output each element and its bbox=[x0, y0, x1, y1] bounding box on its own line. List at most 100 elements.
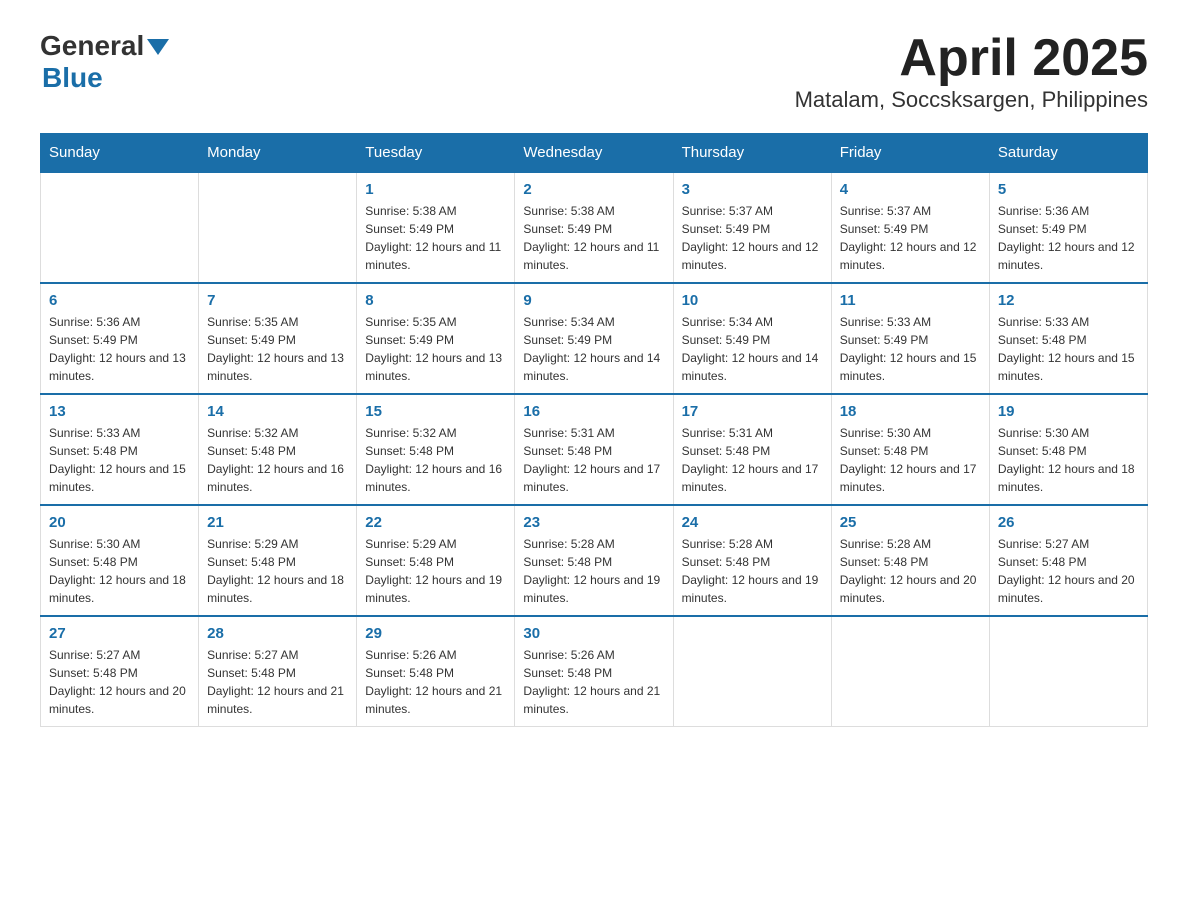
day-number: 23 bbox=[523, 514, 664, 531]
table-row: 16 Sunrise: 5:31 AMSunset: 5:48 PMDayligh… bbox=[515, 394, 673, 505]
table-row: 6 Sunrise: 5:36 AMSunset: 5:49 PMDaylight… bbox=[41, 283, 199, 394]
day-info: Sunrise: 5:34 AMSunset: 5:49 PMDaylight:… bbox=[523, 313, 664, 385]
day-number: 22 bbox=[365, 514, 506, 531]
logo-blue-text: Blue bbox=[42, 62, 103, 94]
day-info: Sunrise: 5:31 AMSunset: 5:48 PMDaylight:… bbox=[682, 424, 823, 496]
table-row: 28 Sunrise: 5:27 AMSunset: 5:48 PMDayligh… bbox=[199, 616, 357, 727]
table-row bbox=[199, 172, 357, 283]
day-info: Sunrise: 5:37 AMSunset: 5:49 PMDaylight:… bbox=[682, 202, 823, 274]
table-row: 27 Sunrise: 5:27 AMSunset: 5:48 PMDayligh… bbox=[41, 616, 199, 727]
day-info: Sunrise: 5:33 AMSunset: 5:49 PMDaylight:… bbox=[840, 313, 981, 385]
table-row: 26Sunrise: 5:27 AMSunset: 5:48 PMDayligh… bbox=[989, 505, 1147, 616]
day-number: 27 bbox=[49, 625, 190, 642]
day-info: Sunrise: 5:27 AMSunset: 5:48 PMDaylight:… bbox=[207, 646, 348, 718]
day-number: 25 bbox=[840, 514, 981, 531]
day-info: Sunrise: 5:36 AMSunset: 5:49 PMDaylight:… bbox=[49, 313, 190, 385]
day-number: 11 bbox=[840, 292, 981, 309]
calendar-title: April 2025 bbox=[795, 30, 1148, 87]
day-number: 1 bbox=[365, 181, 506, 198]
table-row: 7 Sunrise: 5:35 AMSunset: 5:49 PMDaylight… bbox=[199, 283, 357, 394]
table-row: 19Sunrise: 5:30 AMSunset: 5:48 PMDayligh… bbox=[989, 394, 1147, 505]
weekday-header-row: Sunday Monday Tuesday Wednesday Thursday… bbox=[41, 134, 1148, 173]
header-monday: Monday bbox=[199, 134, 357, 173]
day-info: Sunrise: 5:28 AMSunset: 5:48 PMDaylight:… bbox=[840, 535, 981, 607]
day-info: Sunrise: 5:38 AMSunset: 5:49 PMDaylight:… bbox=[365, 202, 506, 274]
table-row: 9 Sunrise: 5:34 AMSunset: 5:49 PMDaylight… bbox=[515, 283, 673, 394]
table-row: 18Sunrise: 5:30 AMSunset: 5:48 PMDayligh… bbox=[831, 394, 989, 505]
table-row: 13 Sunrise: 5:33 AMSunset: 5:48 PMDayligh… bbox=[41, 394, 199, 505]
table-row bbox=[673, 616, 831, 727]
table-row: 4 Sunrise: 5:37 AMSunset: 5:49 PMDaylight… bbox=[831, 172, 989, 283]
day-number: 14 bbox=[207, 403, 348, 420]
header-tuesday: Tuesday bbox=[357, 134, 515, 173]
table-row: 24 Sunrise: 5:28 AMSunset: 5:48 PMDayligh… bbox=[673, 505, 831, 616]
day-number: 16 bbox=[523, 403, 664, 420]
table-row: 30Sunrise: 5:26 AMSunset: 5:48 PMDayligh… bbox=[515, 616, 673, 727]
week-row: 6 Sunrise: 5:36 AMSunset: 5:49 PMDaylight… bbox=[41, 283, 1148, 394]
day-number: 20 bbox=[49, 514, 190, 531]
day-number: 7 bbox=[207, 292, 348, 309]
day-info: Sunrise: 5:35 AMSunset: 5:49 PMDaylight:… bbox=[207, 313, 348, 385]
day-info: Sunrise: 5:29 AMSunset: 5:48 PMDaylight:… bbox=[365, 535, 506, 607]
table-row: 5Sunrise: 5:36 AMSunset: 5:49 PMDaylight… bbox=[989, 172, 1147, 283]
table-row: 23 Sunrise: 5:28 AMSunset: 5:48 PMDayligh… bbox=[515, 505, 673, 616]
table-row bbox=[989, 616, 1147, 727]
day-info: Sunrise: 5:27 AMSunset: 5:48 PMDaylight:… bbox=[49, 646, 190, 718]
day-info: Sunrise: 5:26 AMSunset: 5:48 PMDaylight:… bbox=[523, 646, 664, 718]
day-number: 3 bbox=[682, 181, 823, 198]
table-row: 12 Sunrise: 5:33 AMSunset: 5:48 PMDayligh… bbox=[989, 283, 1147, 394]
day-number: 10 bbox=[682, 292, 823, 309]
day-number: 26 bbox=[998, 514, 1139, 531]
table-row: 2 Sunrise: 5:38 AMSunset: 5:49 PMDaylight… bbox=[515, 172, 673, 283]
day-info: Sunrise: 5:38 AMSunset: 5:49 PMDaylight:… bbox=[523, 202, 664, 274]
table-row: 14 Sunrise: 5:32 AMSunset: 5:48 PMDayligh… bbox=[199, 394, 357, 505]
logo-triangle-icon bbox=[147, 39, 169, 55]
day-number: 28 bbox=[207, 625, 348, 642]
day-info: Sunrise: 5:35 AMSunset: 5:49 PMDaylight:… bbox=[365, 313, 506, 385]
table-row: 8 Sunrise: 5:35 AMSunset: 5:49 PMDaylight… bbox=[357, 283, 515, 394]
header-saturday: Saturday bbox=[989, 134, 1147, 173]
day-number: 8 bbox=[365, 292, 506, 309]
day-number: 6 bbox=[49, 292, 190, 309]
day-info: Sunrise: 5:37 AMSunset: 5:49 PMDaylight:… bbox=[840, 202, 981, 274]
table-row: 1 Sunrise: 5:38 AMSunset: 5:49 PMDaylight… bbox=[357, 172, 515, 283]
day-info: Sunrise: 5:33 AMSunset: 5:48 PMDaylight:… bbox=[49, 424, 190, 496]
logo-general-text: General bbox=[40, 30, 144, 62]
header-friday: Friday bbox=[831, 134, 989, 173]
day-info: Sunrise: 5:36 AMSunset: 5:49 PMDaylight:… bbox=[998, 202, 1139, 274]
day-number: 4 bbox=[840, 181, 981, 198]
week-row: 13 Sunrise: 5:33 AMSunset: 5:48 PMDayligh… bbox=[41, 394, 1148, 505]
table-row bbox=[831, 616, 989, 727]
table-row: 21 Sunrise: 5:29 AMSunset: 5:48 PMDayligh… bbox=[199, 505, 357, 616]
day-number: 13 bbox=[49, 403, 190, 420]
day-number: 24 bbox=[682, 514, 823, 531]
day-info: Sunrise: 5:30 AMSunset: 5:48 PMDaylight:… bbox=[49, 535, 190, 607]
calendar-subtitle: Matalam, Soccsksargen, Philippines bbox=[795, 87, 1148, 113]
header-wednesday: Wednesday bbox=[515, 134, 673, 173]
day-number: 9 bbox=[523, 292, 664, 309]
day-info: Sunrise: 5:30 AMSunset: 5:48 PMDaylight:… bbox=[998, 424, 1139, 496]
table-row: 11 Sunrise: 5:33 AMSunset: 5:49 PMDayligh… bbox=[831, 283, 989, 394]
header-sunday: Sunday bbox=[41, 134, 199, 173]
table-row: 3 Sunrise: 5:37 AMSunset: 5:49 PMDaylight… bbox=[673, 172, 831, 283]
table-row: 17Sunrise: 5:31 AMSunset: 5:48 PMDayligh… bbox=[673, 394, 831, 505]
day-info: Sunrise: 5:31 AMSunset: 5:48 PMDaylight:… bbox=[523, 424, 664, 496]
day-info: Sunrise: 5:32 AMSunset: 5:48 PMDaylight:… bbox=[207, 424, 348, 496]
day-info: Sunrise: 5:28 AMSunset: 5:48 PMDaylight:… bbox=[682, 535, 823, 607]
day-info: Sunrise: 5:33 AMSunset: 5:48 PMDaylight:… bbox=[998, 313, 1139, 385]
day-info: Sunrise: 5:29 AMSunset: 5:48 PMDaylight:… bbox=[207, 535, 348, 607]
page-header: General Blue April 2025 Matalam, Soccsks… bbox=[40, 30, 1148, 113]
table-row: 20 Sunrise: 5:30 AMSunset: 5:48 PMDayligh… bbox=[41, 505, 199, 616]
day-info: Sunrise: 5:28 AMSunset: 5:48 PMDaylight:… bbox=[523, 535, 664, 607]
day-number: 12 bbox=[998, 292, 1139, 309]
week-row: 20 Sunrise: 5:30 AMSunset: 5:48 PMDayligh… bbox=[41, 505, 1148, 616]
table-row: 15Sunrise: 5:32 AMSunset: 5:48 PMDayligh… bbox=[357, 394, 515, 505]
header-thursday: Thursday bbox=[673, 134, 831, 173]
table-row: 29Sunrise: 5:26 AMSunset: 5:48 PMDayligh… bbox=[357, 616, 515, 727]
table-row bbox=[41, 172, 199, 283]
day-number: 15 bbox=[365, 403, 506, 420]
day-number: 2 bbox=[523, 181, 664, 198]
day-number: 21 bbox=[207, 514, 348, 531]
day-info: Sunrise: 5:34 AMSunset: 5:49 PMDaylight:… bbox=[682, 313, 823, 385]
week-row: 27 Sunrise: 5:27 AMSunset: 5:48 PMDayligh… bbox=[41, 616, 1148, 727]
